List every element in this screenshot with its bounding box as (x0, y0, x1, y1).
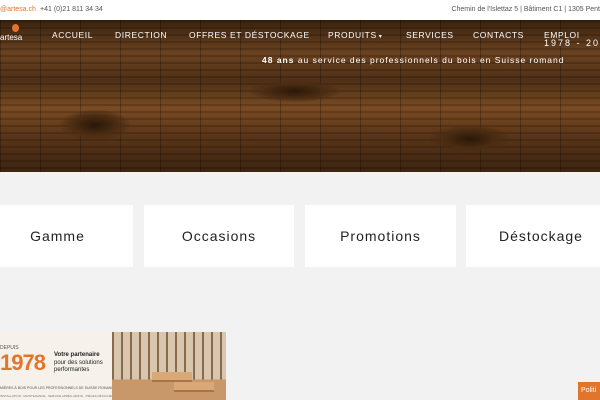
category-card-promotions[interactable]: Promotions (305, 205, 456, 267)
wood-plank (174, 382, 214, 392)
nav-item-services[interactable]: SERVICES (406, 30, 454, 40)
hero-years: 1978 - 20 (544, 38, 600, 48)
wood-knot (250, 80, 340, 102)
workshop-photo (112, 332, 226, 400)
email-link[interactable]: @artesa.ch (0, 6, 36, 13)
nav-item-produits[interactable]: PRODUITS ▾ (328, 30, 382, 40)
category-card-occasions[interactable]: Occasions (144, 205, 294, 267)
hero-tagline-years: 48 ans (262, 55, 295, 65)
promo-banner[interactable]: DEPUIS 1978 Votre partenaire pour des so… (0, 332, 226, 400)
contact-bar: @artesa.ch +41 (0)21 811 34 34 Chemin de… (0, 0, 600, 20)
wood-knot (430, 125, 510, 153)
phone-link[interactable]: +41 (0)21 811 34 34 (40, 6, 103, 13)
promo-features: INSTALLATION · MAINTENANCE · SERVICE APR… (0, 394, 116, 398)
wood-plank (152, 372, 192, 382)
privacy-policy-button[interactable]: Politi (578, 382, 600, 400)
nav-item-contacts[interactable]: CONTACTS (473, 30, 524, 40)
category-card-destockage[interactable]: Déstockage (466, 205, 600, 267)
promo-headline: Votre partenaire (54, 352, 100, 358)
nav-item-accueil[interactable]: ACCUEIL (52, 30, 93, 40)
wood-knot (60, 110, 130, 140)
hero-banner: artesa ACCUEIL DIRECTION OFFRES ET DÉSTO… (0, 20, 600, 172)
logo-text: artesa (0, 33, 23, 42)
nav-item-offres[interactable]: OFFRES ET DÉSTOCKAGE (189, 30, 310, 40)
promo-tagline: MIÈRES À BOIS POUR LES PROFESSIONNELS DE… (0, 386, 117, 390)
promo-subheadline: pour des solutions performantes (54, 360, 103, 373)
hero-tagline: 48 ans au service des professionnels du … (262, 55, 564, 65)
chevron-down-icon: ▾ (378, 34, 383, 40)
logo[interactable]: artesa (0, 24, 28, 52)
hero-tagline-text: au service des professionnels du bois en… (294, 55, 565, 65)
category-card-gamme[interactable]: Gamme (0, 205, 133, 267)
address-text: Chemin de l'Islettaz 5 | Bâtiment C1 | 1… (451, 6, 600, 13)
nav-item-produits-label: PRODUITS (328, 30, 377, 40)
promo-year: 1978 (0, 350, 46, 375)
logo-mark-icon (12, 24, 19, 32)
nav-item-direction[interactable]: DIRECTION (115, 30, 167, 40)
